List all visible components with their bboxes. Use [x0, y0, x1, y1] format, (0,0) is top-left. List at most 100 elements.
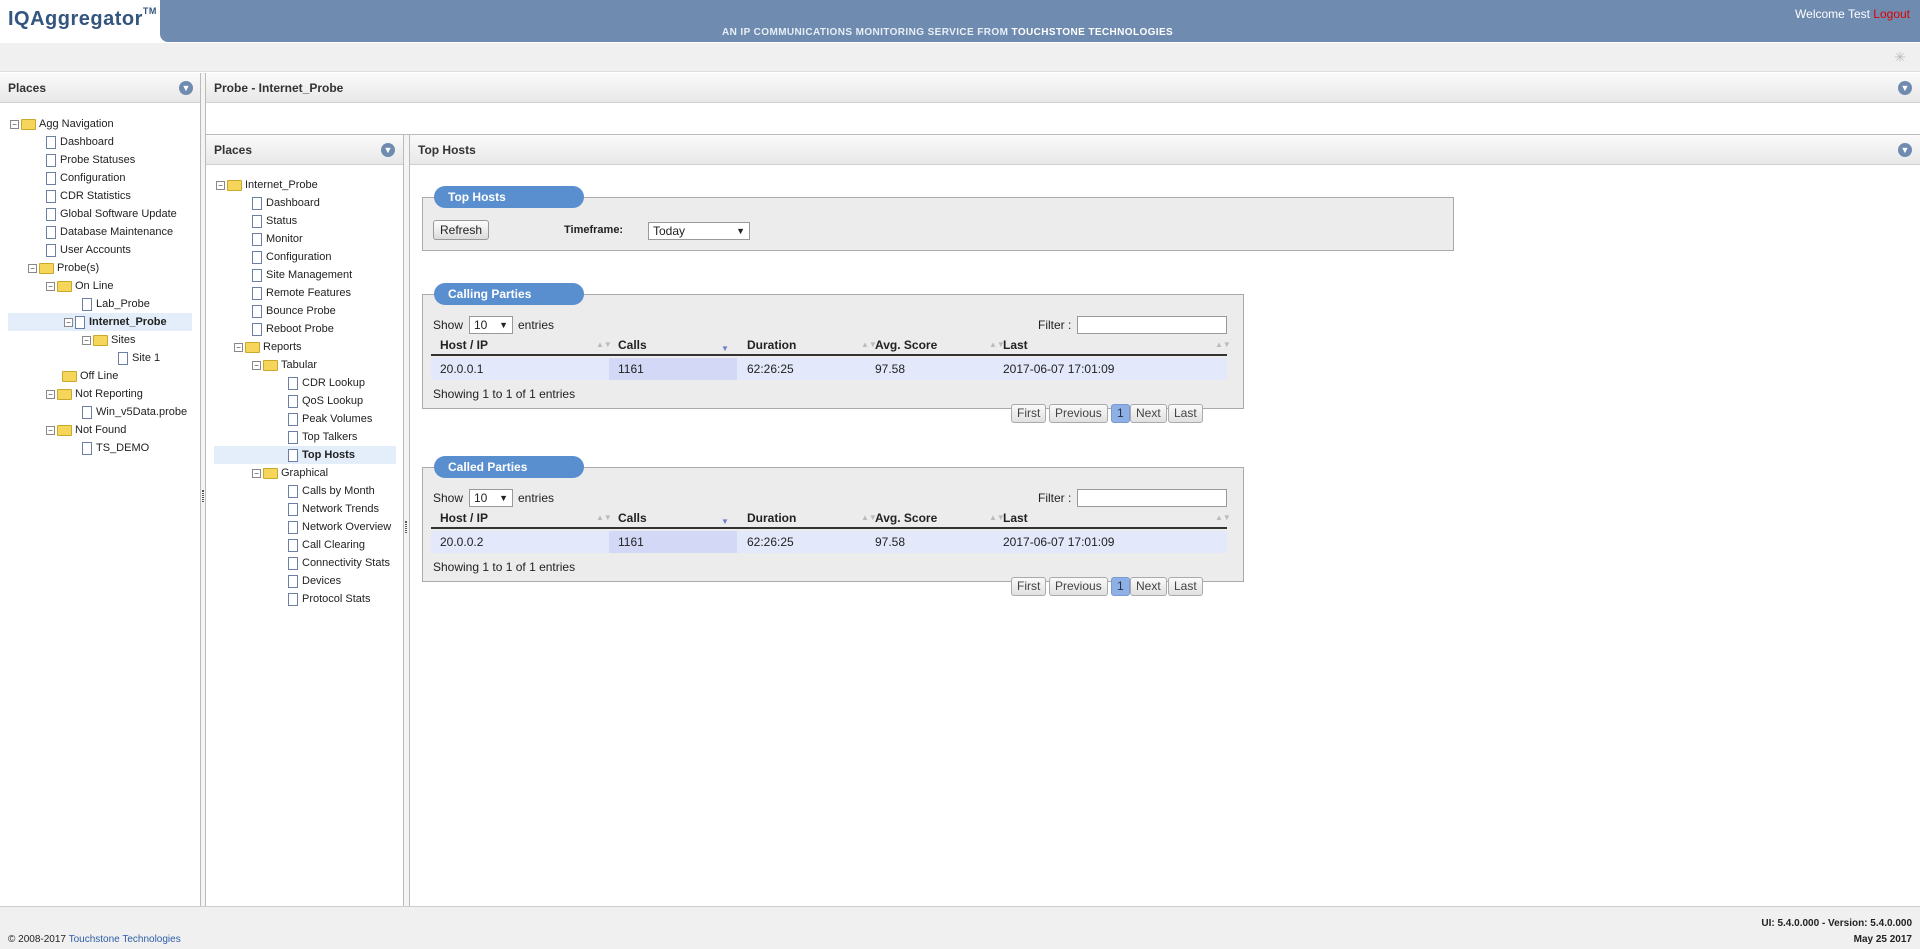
pager-last-button[interactable]: Last: [1168, 404, 1203, 423]
entries-per-page-select[interactable]: 10 ▼: [469, 316, 513, 334]
collapse-node-icon[interactable]: −: [46, 281, 55, 291]
tree-node-offline[interactable]: Off Line: [62, 367, 118, 385]
folder-icon: [57, 388, 72, 400]
filter-input[interactable]: [1077, 489, 1227, 507]
collapse-node-icon[interactable]: −: [82, 335, 91, 345]
tree-item-dashboard[interactable]: Dashboard: [46, 133, 114, 151]
document-icon: [288, 376, 298, 390]
column-header-host-ip[interactable]: Host / IP: [440, 338, 488, 352]
tree-item-dashboard[interactable]: Dashboard: [252, 194, 320, 212]
tree-item-lab-probe[interactable]: Lab_Probe: [82, 295, 150, 313]
pager-previous-button[interactable]: Previous: [1049, 404, 1108, 423]
tagline-text: AN IP COMMUNICATIONS MONITORING SERVICE …: [722, 27, 1012, 38]
tree-item-site-1[interactable]: Site 1: [118, 349, 160, 367]
tree-item-connectivity-stats[interactable]: Connectivity Stats: [288, 554, 390, 572]
filter-label: Filter :: [1038, 318, 1072, 332]
tree-item-network-overview[interactable]: Network Overview: [288, 518, 391, 536]
tree-node-not-reporting[interactable]: − Not Reporting: [46, 385, 143, 403]
tree-item-bounce-probe[interactable]: Bounce Probe: [252, 302, 336, 320]
tree-node-sites[interactable]: − Sites: [82, 331, 135, 349]
pager-last-button[interactable]: Last: [1168, 577, 1203, 596]
column-header-host-ip[interactable]: Host / IP: [440, 511, 488, 525]
collapse-node-icon[interactable]: −: [252, 468, 261, 478]
tree-item-calls-by-month[interactable]: Calls by Month: [288, 482, 375, 500]
pager-next-button[interactable]: Next: [1130, 404, 1167, 423]
pager-next-button[interactable]: Next: [1130, 577, 1167, 596]
filter-input[interactable]: [1077, 316, 1227, 334]
logout-link[interactable]: Logout: [1873, 7, 1910, 21]
tree-item-configuration[interactable]: Configuration: [252, 248, 331, 266]
tree-item-internet-probe[interactable]: − Internet_Probe: [8, 313, 192, 331]
tree-node-internet-probe[interactable]: − Internet_Probe: [216, 176, 318, 194]
column-header-avg-score[interactable]: Avg. Score: [875, 338, 937, 352]
column-header-duration[interactable]: Duration: [747, 338, 796, 352]
pager-first-button[interactable]: First: [1011, 404, 1047, 423]
timeframe-select[interactable]: Today ▼: [648, 222, 750, 240]
column-header-duration[interactable]: Duration: [747, 511, 796, 525]
pager-previous-button[interactable]: Previous: [1049, 577, 1108, 596]
tree-node-graphical[interactable]: − Graphical: [252, 464, 328, 482]
tree-item-reboot-probe[interactable]: Reboot Probe: [252, 320, 334, 338]
app-header: IQAggregatorTM AN IP COMMUNICATIONS MONI…: [0, 0, 1920, 43]
tree-node-not-found[interactable]: − Not Found: [46, 421, 126, 439]
tree-item-configuration[interactable]: Configuration: [46, 169, 125, 187]
column-header-last[interactable]: Last: [1003, 338, 1028, 352]
tree-node-tabular[interactable]: − Tabular: [252, 356, 317, 374]
tree-item-ts-demo[interactable]: TS_DEMO: [82, 439, 149, 457]
table-row[interactable]: 20.0.0.1 1161 62:26:25 97.58 2017-06-07 …: [431, 358, 1227, 380]
tree-item-call-clearing[interactable]: Call Clearing: [288, 536, 365, 554]
refresh-button[interactable]: Refresh: [433, 220, 490, 240]
collapse-node-icon[interactable]: −: [252, 360, 261, 370]
tree-item-database-maintenance[interactable]: Database Maintenance: [46, 223, 173, 241]
touchstone-link[interactable]: Touchstone Technologies: [69, 934, 181, 945]
column-header-avg-score[interactable]: Avg. Score: [875, 511, 937, 525]
collapse-node-icon[interactable]: −: [216, 180, 225, 190]
tree-item-monitor[interactable]: Monitor: [252, 230, 303, 248]
sort-icon: ▲▼: [596, 513, 612, 522]
tree-item-cdr-statistics[interactable]: CDR Statistics: [46, 187, 131, 205]
collapse-icon[interactable]: ▼: [381, 143, 395, 157]
document-icon: [46, 243, 56, 257]
tree-item-win-v5data-probe[interactable]: Win_v5Data.probe: [82, 403, 187, 421]
collapse-node-icon[interactable]: −: [46, 425, 55, 435]
collapse-node-icon[interactable]: −: [64, 317, 73, 327]
collapse-icon[interactable]: ▼: [179, 81, 193, 95]
document-icon: [252, 268, 262, 282]
tree-item-user-accounts[interactable]: User Accounts: [46, 241, 131, 259]
pager-page-1-button[interactable]: 1: [1111, 404, 1130, 423]
column-header-last[interactable]: Last: [1003, 511, 1028, 525]
collapse-node-icon[interactable]: −: [10, 119, 19, 129]
collapse-icon[interactable]: ▼: [1898, 143, 1912, 157]
column-header-calls[interactable]: Calls: [618, 511, 647, 525]
tree-node-agg-navigation[interactable]: − Agg Navigation: [10, 115, 114, 133]
tree-node-online[interactable]: − On Line: [46, 277, 114, 295]
pager-page-1-button[interactable]: 1: [1111, 577, 1130, 596]
tree-item-status[interactable]: Status: [252, 212, 297, 230]
tree-item-network-trends[interactable]: Network Trends: [288, 500, 379, 518]
show-label: Show: [433, 491, 464, 505]
tree-item-protocol-stats[interactable]: Protocol Stats: [288, 590, 370, 608]
tree-item-qos-lookup[interactable]: QoS Lookup: [288, 392, 363, 410]
left-panel-header: Places ▼: [0, 73, 201, 103]
tree-item-cdr-lookup[interactable]: CDR Lookup: [288, 374, 365, 392]
tree-item-peak-volumes[interactable]: Peak Volumes: [288, 410, 372, 428]
column-header-calls[interactable]: Calls: [618, 338, 647, 352]
tree-item-top-talkers[interactable]: Top Talkers: [288, 428, 357, 446]
tree-item-devices[interactable]: Devices: [288, 572, 341, 590]
tree-item-probe-statuses[interactable]: Probe Statuses: [46, 151, 135, 169]
tree-node-probes[interactable]: − Probe(s): [28, 259, 99, 277]
entries-per-page-select[interactable]: 10 ▼: [469, 489, 513, 507]
collapse-node-icon[interactable]: −: [28, 263, 37, 273]
tree-item-top-hosts[interactable]: Top Hosts: [214, 446, 396, 464]
collapse-node-icon[interactable]: −: [46, 389, 55, 399]
tree-item-global-software-update[interactable]: Global Software Update: [46, 205, 177, 223]
entries-label: entries: [518, 318, 555, 332]
table-row[interactable]: 20.0.0.2 1161 62:26:25 97.58 2017-06-07 …: [431, 531, 1227, 553]
collapse-icon[interactable]: ▼: [1898, 81, 1912, 95]
tree-node-reports[interactable]: − Reports: [234, 338, 302, 356]
sort-icon: ▲▼: [1215, 513, 1231, 522]
tree-item-remote-features[interactable]: Remote Features: [252, 284, 351, 302]
tree-item-site-management[interactable]: Site Management: [252, 266, 352, 284]
collapse-node-icon[interactable]: −: [234, 342, 243, 352]
pager-first-button[interactable]: First: [1011, 577, 1047, 596]
